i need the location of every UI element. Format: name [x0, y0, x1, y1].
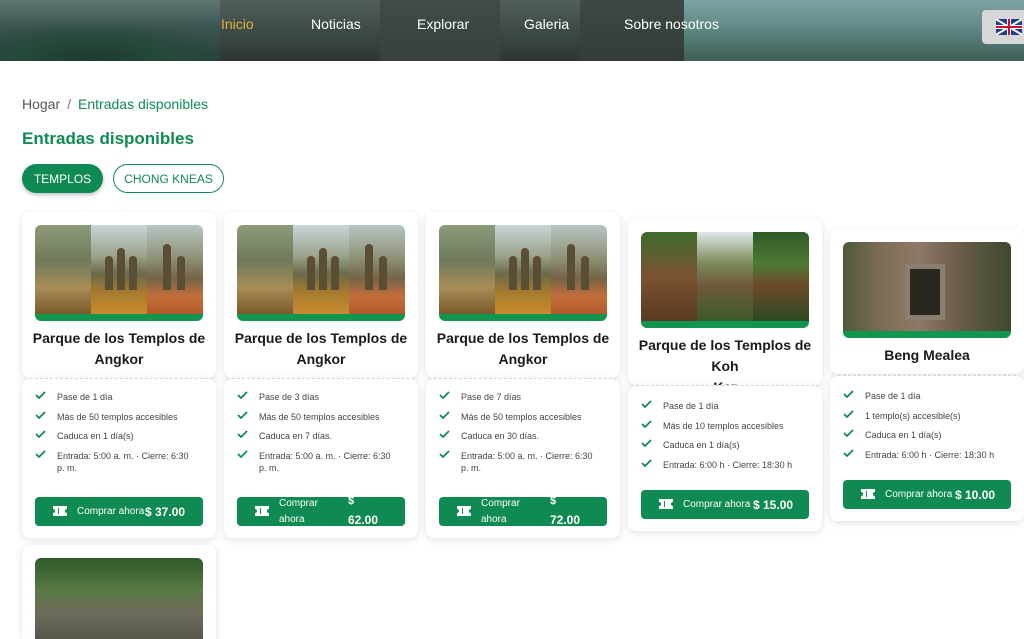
buy-now-button[interactable]: Comprar ahora $ 15.00	[641, 490, 809, 519]
list-item: Caduca en 7 días.	[237, 430, 407, 442]
feature-list: Pase de 7 días Más de 50 templos accesib…	[439, 391, 609, 481]
check-icon	[843, 390, 854, 398]
nav-item-explorar[interactable]: Explorar	[417, 16, 469, 32]
list-item: Entrada: 6:00 h · Cierre: 18:30 h	[843, 449, 1013, 461]
card-image	[35, 558, 203, 639]
ticket-icon	[53, 506, 67, 516]
check-icon	[237, 450, 248, 458]
card-header	[22, 545, 216, 639]
ticket-icon	[255, 506, 269, 516]
list-item: Pase de 7 días	[439, 391, 609, 403]
card-header: Parque de los Templos de Angkor	[426, 212, 620, 378]
buy-now-button[interactable]: Comprar ahora $ 10.00	[843, 480, 1011, 509]
tab-templos[interactable]: TEMPLOS	[22, 164, 103, 193]
list-item: Entrada: 5:00 a. m. · Cierre: 6:30 p. m.	[35, 450, 205, 474]
card-title: Beng Mealea	[884, 347, 970, 363]
main-nav: Inicio Noticias Explorar Galeria Sobre n…	[0, 16, 1024, 36]
check-icon	[439, 391, 450, 399]
list-item: Más de 50 templos accesibles	[439, 411, 609, 423]
list-item: Caduca en 1 día(s)	[35, 430, 205, 442]
breadcrumb-current: Entradas disponibles	[78, 96, 209, 112]
nav-item-noticias[interactable]: Noticias	[311, 16, 361, 32]
page-title: Entradas disponibles	[22, 129, 194, 148]
ticket-icon	[457, 506, 471, 516]
uk-flag-icon	[996, 19, 1022, 35]
check-icon	[237, 430, 248, 438]
card-title: Parque de los Templos de Angkor	[436, 330, 610, 367]
card-header: Parque de los Templos de Angkor	[22, 212, 216, 378]
check-icon	[641, 420, 652, 428]
feature-list: Pase de 1 día Más de 50 templos accesibl…	[35, 391, 205, 481]
card-header: Parque de los Templos de KohKer	[628, 219, 822, 395]
list-item: Pase de 1 día	[641, 400, 811, 412]
check-icon	[35, 391, 46, 399]
check-icon	[843, 449, 854, 457]
card-details: Pase de 3 días Más de 50 templos accesib…	[224, 378, 418, 538]
feature-list: Pase de 3 días Más de 50 templos accesib…	[237, 391, 407, 481]
card-title: Parque de los Templos de Angkor	[32, 330, 206, 367]
list-item: Entrada: 6:00 h · Cierre: 18:30 h	[641, 459, 811, 471]
check-icon	[843, 429, 854, 437]
check-icon	[237, 411, 248, 419]
header-banner: Inicio Noticias Explorar Galeria Sobre n…	[0, 0, 1024, 61]
list-item: Entrada: 5:00 a. m. · Cierre: 6:30 p. m.	[237, 450, 407, 474]
check-icon	[237, 391, 248, 399]
card-details: Pase de 7 días Más de 50 templos accesib…	[426, 378, 620, 538]
breadcrumb-separator: /	[67, 96, 72, 112]
ticket-icon	[659, 499, 673, 509]
nav-item-galeria[interactable]: Galeria	[524, 16, 569, 32]
check-icon	[439, 450, 450, 458]
card-details: Pase de 1 día Más de 50 templos accesibl…	[22, 378, 216, 538]
language-switcher[interactable]	[982, 10, 1024, 44]
check-icon	[35, 430, 46, 438]
ticket-icon	[861, 489, 875, 499]
card-title: Parque de los Templos de Angkor	[234, 330, 408, 367]
check-icon	[439, 430, 450, 438]
list-item: Caduca en 1 día(s)	[843, 429, 1013, 441]
list-item: Caduca en 1 día(s)	[641, 439, 811, 451]
feature-list: Pase de 1 día Más de 10 templos accesibl…	[641, 400, 811, 478]
list-item: Más de 50 templos accesibles	[35, 411, 205, 423]
buy-now-button[interactable]: Comprar ahora $ 62.00	[237, 495, 405, 527]
card-image	[641, 232, 809, 328]
card-header: Beng Mealea	[830, 229, 1024, 374]
check-icon	[35, 450, 46, 458]
card-header: Parque de los Templos de Angkor	[224, 212, 418, 378]
list-item: Más de 50 templos accesibles	[237, 411, 407, 423]
feature-list: Pase de 1 día 1 templo(s) accesible(s) C…	[843, 390, 1013, 468]
card-details: Pase de 1 día 1 templo(s) accesible(s) C…	[830, 375, 1024, 521]
card-image	[439, 225, 607, 321]
buy-now-button[interactable]: Comprar ahora $ 72.00	[439, 495, 607, 527]
list-item: Pase de 3 días	[237, 391, 407, 403]
list-item: Entrada: 5:00 a. m. · Cierre: 6:30 p. m.	[439, 450, 609, 474]
nav-item-sobre-nosotros[interactable]: Sobre nosotros	[624, 16, 719, 32]
tab-chong-kneas[interactable]: CHONG KNEAS	[113, 164, 224, 193]
breadcrumb-home[interactable]: Hogar	[22, 96, 60, 112]
list-item: 1 templo(s) accesible(s)	[843, 410, 1013, 422]
list-item: Más de 10 templos accesibles	[641, 420, 811, 432]
list-item: Caduca en 30 días.	[439, 430, 609, 442]
check-icon	[641, 459, 652, 467]
list-item: Pase de 1 día	[843, 390, 1013, 402]
check-icon	[439, 411, 450, 419]
check-icon	[641, 400, 652, 408]
list-item: Pase de 1 día	[35, 391, 205, 403]
check-icon	[35, 411, 46, 419]
check-icon	[843, 410, 854, 418]
breadcrumb: Hogar / Entradas disponibles	[22, 96, 208, 112]
check-icon	[641, 439, 652, 447]
buy-now-button[interactable]: Comprar ahora $ 37.00	[35, 497, 203, 526]
card-image	[237, 225, 405, 321]
card-image	[843, 242, 1011, 338]
nav-item-inicio[interactable]: Inicio	[221, 16, 254, 32]
card-details: Pase de 1 día Más de 10 templos accesibl…	[628, 385, 822, 531]
card-image	[35, 225, 203, 321]
